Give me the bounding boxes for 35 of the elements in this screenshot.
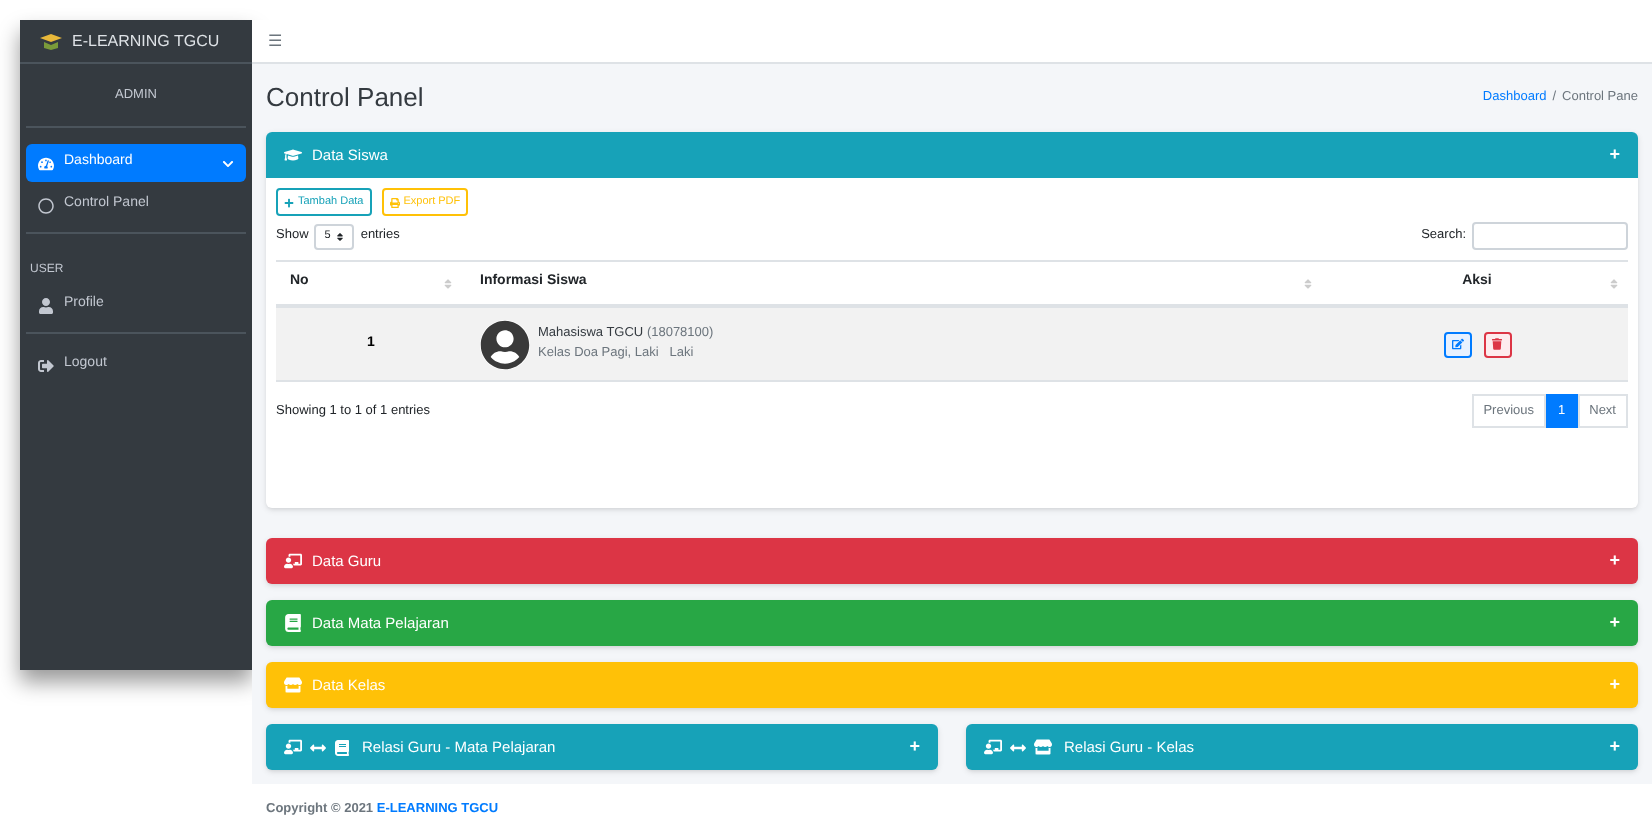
search-field[interactable]: [1472, 222, 1628, 250]
nav-icon: [38, 297, 54, 313]
sort-icon[interactable]: [444, 277, 452, 289]
chalkboard-icon: [984, 738, 1002, 756]
expand-toggle[interactable]: +: [1609, 141, 1620, 169]
nav-icon: [38, 155, 54, 171]
graduation-cap-icon: [284, 146, 302, 164]
panel-icon: [284, 614, 302, 632]
sort-icon[interactable]: [1610, 277, 1618, 289]
panel-icon: [284, 552, 302, 570]
expand-toggle[interactable]: +: [1609, 609, 1620, 637]
delete-button[interactable]: [1483, 331, 1511, 357]
logo-icon: [40, 33, 62, 49]
arrow-icon: [310, 739, 326, 755]
expand-toggle[interactable]: +: [1609, 733, 1620, 761]
brand-name[interactable]: E-LEARNING TGCU: [72, 29, 220, 53]
chalkboard-icon: [284, 738, 302, 756]
printer-icon: [389, 197, 400, 207]
sort-icon: [336, 231, 345, 241]
store-icon: [1034, 738, 1052, 756]
edit-button[interactable]: [1443, 331, 1471, 357]
page-title: Control Panel: [266, 80, 424, 117]
panel-icon: [284, 676, 302, 694]
avatar-icon: [480, 319, 530, 369]
nav-icon: [38, 197, 54, 213]
arrow-icon: [1010, 739, 1026, 755]
book-icon: [334, 739, 350, 755]
nav-icon: [38, 357, 54, 373]
expand-toggle[interactable]: +: [909, 733, 920, 761]
expand-toggle[interactable]: +: [1609, 547, 1620, 575]
menu-toggle[interactable]: ☰: [268, 29, 282, 53]
edit-icon: [1451, 338, 1463, 350]
sort-icon[interactable]: [1304, 277, 1312, 289]
plus-icon: [284, 197, 294, 207]
trash-icon: [1492, 338, 1502, 350]
